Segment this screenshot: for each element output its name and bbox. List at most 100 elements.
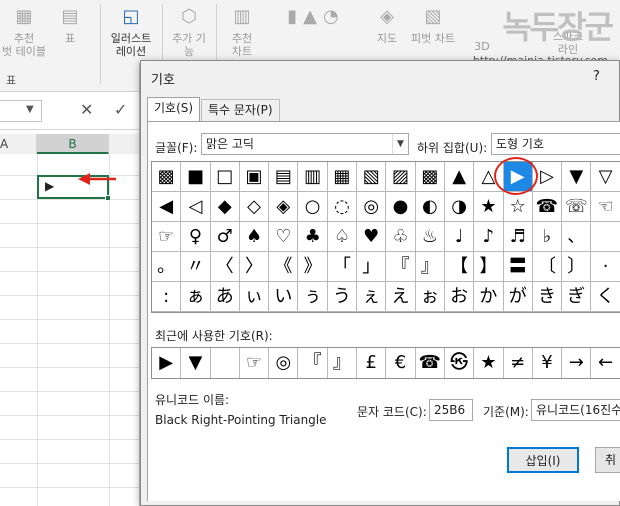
symbol-cell[interactable]: い: [269, 282, 299, 312]
cancel-icon[interactable]: ✕: [80, 100, 93, 119]
symbol-cell[interactable]: ぉ: [415, 282, 445, 312]
recent-symbol-cell[interactable]: ▼: [181, 348, 211, 378]
symbol-cell[interactable]: ぎ: [562, 282, 592, 312]
recent-symbol-cell[interactable]: ☎: [416, 348, 445, 378]
symbol-cell[interactable]: ▩: [415, 162, 445, 192]
symbol-cell[interactable]: ☞: [152, 222, 182, 252]
maps-button[interactable]: ◈ 지도: [370, 0, 404, 45]
symbol-cell[interactable]: あ: [210, 282, 240, 312]
symbol-cell[interactable]: ▣: [239, 162, 270, 192]
font-select[interactable]: 맑은 고딕 ▼: [201, 133, 409, 155]
symbol-cell[interactable]: ◀: [152, 192, 182, 222]
symbol-cell[interactable]: ♬: [503, 222, 533, 252]
symbol-cell[interactable]: 《: [269, 252, 299, 282]
symbol-cell[interactable]: う: [327, 282, 358, 312]
symbol-cell[interactable]: 〔: [532, 252, 563, 282]
symbol-cell[interactable]: 」: [357, 252, 387, 282]
symbol-cell[interactable]: ♥: [357, 222, 387, 252]
symbol-cell[interactable]: ♪: [474, 222, 504, 252]
symbol-cell[interactable]: ■: [181, 162, 211, 192]
cancel-button[interactable]: 취: [595, 447, 620, 473]
symbol-cell[interactable]: ◎: [357, 192, 387, 222]
symbol-cell[interactable]: ▩: [152, 162, 182, 192]
symbol-cell[interactable]: ◌: [327, 192, 358, 222]
symbol-cell[interactable]: ぇ: [357, 282, 387, 312]
recent-symbol-cell[interactable]: →: [562, 348, 592, 378]
symbol-cell[interactable]: ▧: [357, 162, 387, 192]
symbol-cell[interactable]: ▥: [298, 162, 328, 192]
recent-symbol-cell[interactable]: £: [357, 348, 387, 378]
tab-symbols[interactable]: 기호(S): [147, 97, 201, 121]
symbol-cell[interactable]: ◐: [415, 192, 445, 222]
pivot-chart-button[interactable]: ▧ 피벗 차트: [408, 0, 458, 45]
symbol-cell[interactable]: □: [210, 162, 240, 192]
recent-symbol-cell[interactable]: ≠: [504, 348, 533, 378]
recent-symbol-cell[interactable]: ▶: [152, 348, 182, 378]
column-header-c[interactable]: [109, 134, 140, 154]
symbol-cell[interactable]: ♤: [327, 222, 358, 252]
symbol-cell[interactable]: ☜: [591, 192, 620, 222]
illustrations-button[interactable]: ◱ 일러스트 레이션: [104, 0, 158, 58]
symbol-cell[interactable]: ☆: [503, 192, 533, 222]
symbol-cell[interactable]: ♧: [386, 222, 416, 252]
symbol-cell[interactable]: ◆: [210, 192, 240, 222]
help-icon[interactable]: ?: [593, 69, 600, 84]
symbol-cell[interactable]: ●: [386, 192, 416, 222]
symbol-cell[interactable]: ぅ: [298, 282, 328, 312]
char-code-input[interactable]: 25B6: [429, 399, 473, 421]
from-select[interactable]: 유니코드(16진수): [531, 399, 620, 421]
symbol-cell[interactable]: ♀: [181, 222, 211, 252]
table-button[interactable]: ▤ 표: [52, 0, 88, 45]
recent-symbol-cell[interactable]: €: [386, 348, 416, 378]
symbol-cell[interactable]: ▤: [269, 162, 299, 192]
symbol-cell[interactable]: 【: [444, 252, 475, 282]
recommended-charts-button[interactable]: ▥ 추천 차트: [220, 0, 264, 58]
recent-symbol-cell[interactable]: 『: [298, 348, 328, 378]
recent-symbol-cell[interactable]: ←: [591, 348, 620, 378]
symbol-cell[interactable]: 〃: [181, 252, 211, 282]
fill-handle[interactable]: [105, 195, 111, 201]
subset-select[interactable]: 도형 기호: [491, 133, 620, 155]
symbol-cell[interactable]: ◈: [269, 192, 299, 222]
symbol-cell[interactable]: く: [591, 282, 620, 312]
symbol-cell[interactable]: ♣: [298, 222, 328, 252]
symbol-cell[interactable]: ▨: [386, 162, 416, 192]
enter-icon[interactable]: ✓: [114, 100, 127, 119]
symbol-cell[interactable]: か: [474, 282, 504, 312]
symbol-cell[interactable]: ○: [298, 192, 328, 222]
symbol-cell[interactable]: 。: [152, 252, 182, 282]
symbol-cell[interactable]: 》: [298, 252, 328, 282]
symbol-cell[interactable]: ♩: [444, 222, 475, 252]
symbol-cell[interactable]: [591, 222, 620, 252]
recommended-pivot-button[interactable]: ▦ 추천 벗 테이블: [0, 0, 48, 58]
symbol-cell[interactable]: 『: [386, 252, 416, 282]
symbol-grid[interactable]: ▩ ■ □ ▣ ▤ ▥ ▦ ▧ ▨ ▩ ▲ △ ▶ ▷ ▼ ▽ ◀ ◁ ◆ ◇ ◈ ○ ◌ ◎ ● ◐ ◑ ★ ☆ ☎ ☏ ☜ ☞ ♀ ♂ ♠ ♡ ♣ ♤ ♥…: [151, 161, 620, 313]
symbol-cell[interactable]: ▽: [591, 162, 620, 192]
symbol-cell[interactable]: ♂: [210, 222, 240, 252]
symbol-cell[interactable]: 』: [415, 252, 445, 282]
symbol-cell[interactable]: ◁: [181, 192, 211, 222]
symbol-cell[interactable]: 〕: [562, 252, 592, 282]
symbol-cell[interactable]: ·: [591, 252, 620, 282]
recent-symbol-cell[interactable]: [211, 348, 240, 378]
insert-button[interactable]: 삽입(I): [507, 447, 579, 473]
chart-types-group[interactable]: ▮▲◔: [266, 0, 366, 32]
symbol-cell[interactable]: ▦: [327, 162, 358, 192]
symbol-cell[interactable]: 〉: [239, 252, 270, 282]
recent-symbol-cell[interactable]: ¥: [533, 348, 563, 378]
recent-symbol-cell[interactable]: ★: [474, 348, 504, 378]
symbol-cell[interactable]: ☏: [562, 192, 592, 222]
symbol-cell[interactable]: ◑: [444, 192, 475, 222]
symbol-cell[interactable]: :: [152, 282, 182, 312]
symbol-cell[interactable]: ◇: [239, 192, 270, 222]
name-box[interactable]: ▼: [0, 100, 42, 122]
symbol-cell[interactable]: え: [386, 282, 416, 312]
symbol-cell[interactable]: ★: [474, 192, 504, 222]
symbol-cell[interactable]: ♠: [239, 222, 270, 252]
symbol-cell[interactable]: ♨: [415, 222, 445, 252]
column-header-b[interactable]: B: [37, 134, 109, 154]
symbol-cell[interactable]: お: [444, 282, 475, 312]
recent-symbol-cell[interactable]: 』: [328, 348, 358, 378]
add-ins-button[interactable]: ⬡ 추가 기 능: [166, 0, 212, 58]
symbol-cell[interactable]: 】: [474, 252, 504, 282]
